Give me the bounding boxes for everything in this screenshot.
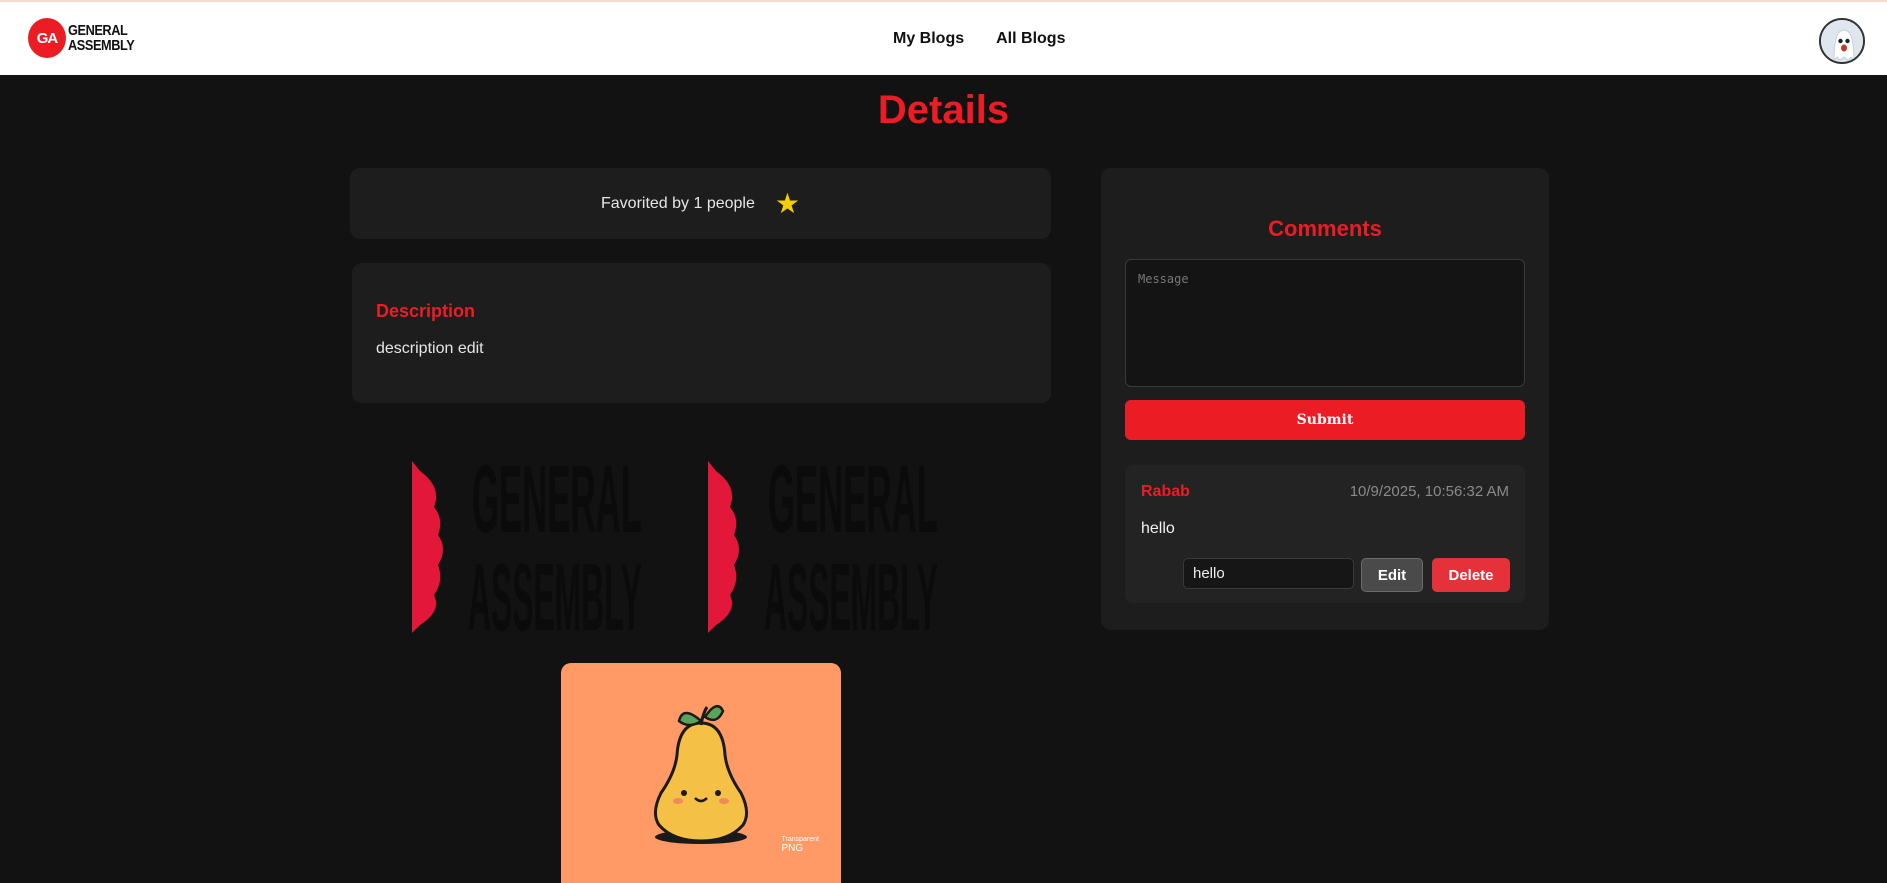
blog-image-logo: GENERAL ASSEMBLY GENERAL ASSEMBLY — [412, 437, 989, 633]
logo-line-1: GENERAL — [68, 22, 128, 39]
logo-line-2: ASSEMBLY — [68, 37, 135, 54]
description-card: Description description edit — [352, 263, 1051, 403]
general-assembly-logo[interactable]: GA GENERAL ASSEMBLY — [30, 20, 146, 56]
logo-tile-2: GENERAL ASSEMBLY — [708, 446, 938, 633]
description-text: description edit — [376, 340, 484, 357]
edit-comment-button[interactable]: Edit — [1361, 558, 1423, 592]
comment-timestamp: 10/9/2025, 10:56:32 AM — [1349, 483, 1509, 500]
comments-card: Comments Submit Rabab 10/9/2025, 10:56:3… — [1101, 168, 1549, 630]
comment-item: Rabab 10/9/2025, 10:56:32 AM hello Edit … — [1125, 465, 1525, 603]
favorites-card: Favorited by 1 people ★ — [350, 168, 1051, 239]
blog-image-pear: Transparent PNG — [561, 663, 841, 883]
star-icon[interactable]: ★ — [775, 189, 800, 218]
favorites-count: Favorited by 1 people — [601, 194, 755, 212]
nav-all-blogs[interactable]: All Blogs — [996, 30, 1065, 48]
delete-comment-button[interactable]: Delete — [1432, 558, 1510, 592]
logo-image-line-2: ASSEMBLY — [764, 544, 938, 633]
comments-heading: Comments — [1268, 216, 1382, 241]
nav-my-blogs[interactable]: My Blogs — [893, 30, 964, 48]
logo-badge: GA — [30, 20, 64, 56]
logo-wordmark: GENERAL ASSEMBLY — [68, 22, 135, 54]
description-heading: Description — [376, 301, 476, 321]
png-watermark: Transparent PNG — [781, 835, 819, 854]
message-input[interactable] — [1125, 259, 1525, 387]
comment-body: hello — [1141, 520, 1175, 537]
comment-edit-input[interactable] — [1183, 558, 1354, 589]
top-navbar: GA GENERAL ASSEMBLY My Blogs All Blogs — [0, 0, 1887, 75]
comment-author[interactable]: Rabab — [1141, 483, 1190, 501]
watermark-big: PNG — [781, 843, 804, 854]
main-nav: My Blogs All Blogs — [893, 30, 1065, 48]
logo-tile-1: GENERAL ASSEMBLY — [412, 446, 642, 633]
logo-image-line-1: GENERAL — [472, 446, 642, 553]
ghost-avatar-icon — [1821, 20, 1863, 62]
page-title: Details — [877, 88, 1010, 132]
logo-image-line-2: ASSEMBLY — [468, 544, 642, 633]
avatar[interactable] — [1819, 18, 1865, 64]
submit-button[interactable]: Submit — [1125, 400, 1525, 440]
logo-image-line-1: GENERAL — [768, 446, 938, 553]
